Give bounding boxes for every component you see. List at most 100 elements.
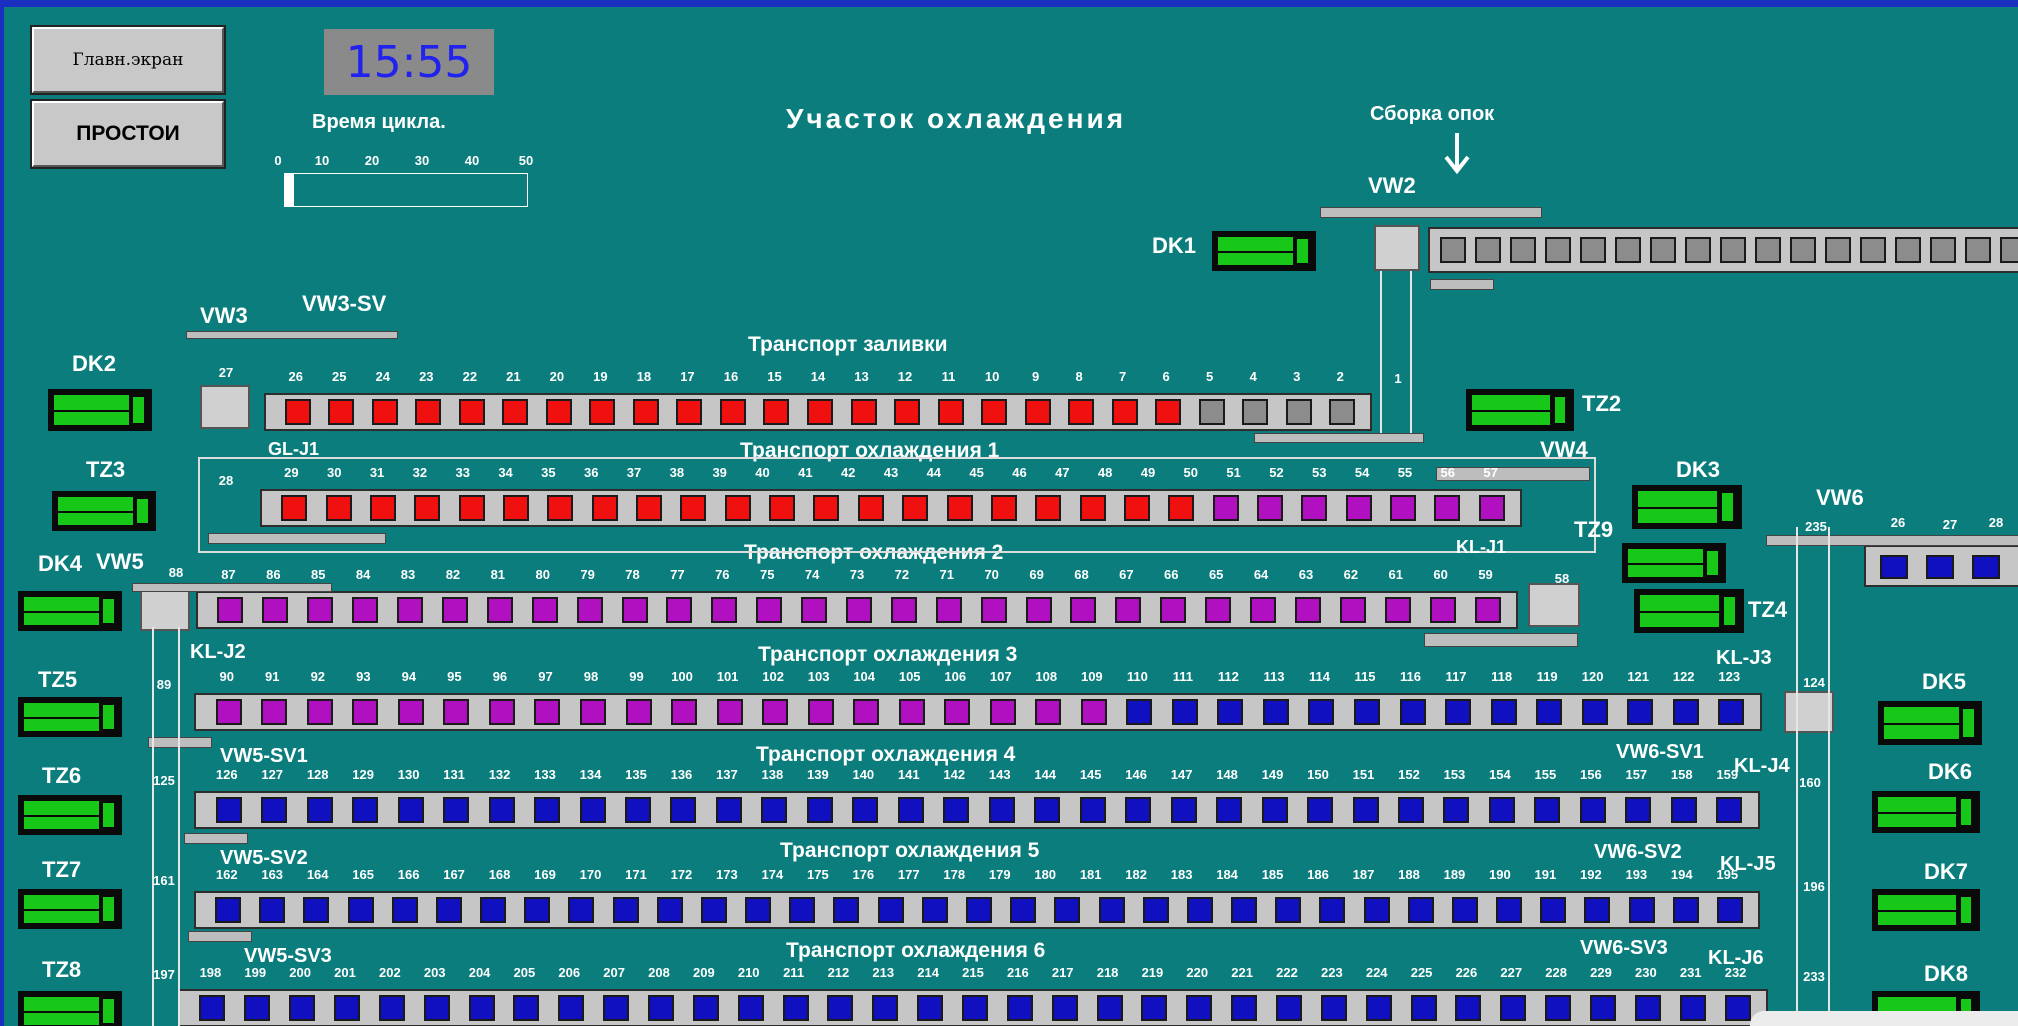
mold-slot[interactable]: [1397, 797, 1424, 823]
mold-slot[interactable]: [1926, 555, 1954, 579]
mold-slot[interactable]: [1860, 237, 1886, 263]
mold-slot[interactable]: [415, 399, 442, 425]
mold-slot[interactable]: [468, 995, 495, 1021]
mold-slot[interactable]: [833, 897, 860, 923]
mold-slot[interactable]: [558, 995, 585, 1021]
mold-slot[interactable]: [513, 995, 540, 1021]
mold-slot[interactable]: [1186, 995, 1213, 1021]
mold-slot[interactable]: [486, 597, 513, 623]
mold-slot[interactable]: [1126, 699, 1153, 725]
mold-slot[interactable]: [259, 897, 286, 923]
mold-slot[interactable]: [1160, 597, 1187, 623]
mold-slot[interactable]: [289, 995, 316, 1021]
mold-slot[interactable]: [352, 797, 379, 823]
mold-slot[interactable]: [480, 897, 507, 923]
mold-slot[interactable]: [1536, 699, 1563, 725]
mold-slot[interactable]: [846, 597, 872, 623]
mold-slot[interactable]: [1054, 897, 1081, 923]
mold-slot[interactable]: [458, 399, 485, 425]
mold-slot[interactable]: [1672, 699, 1699, 725]
mold-slot[interactable]: [988, 797, 1015, 823]
mold-slot[interactable]: [801, 597, 828, 623]
mold-slot[interactable]: [857, 495, 884, 521]
mold-slot[interactable]: [261, 797, 288, 823]
mold-slot[interactable]: [347, 897, 374, 923]
mold-slot[interactable]: [1275, 897, 1302, 923]
mold-slot[interactable]: [1445, 699, 1472, 725]
mold-slot[interactable]: [1410, 995, 1437, 1021]
mold-slot[interactable]: [1581, 699, 1608, 725]
mold-slot[interactable]: [488, 797, 515, 823]
mold-slot[interactable]: [244, 995, 271, 1021]
mold-slot[interactable]: [937, 399, 964, 425]
mold-slot[interactable]: [1679, 995, 1706, 1021]
mold-slot[interactable]: [1628, 897, 1655, 923]
mold-slot[interactable]: [281, 495, 308, 521]
mold-slot[interactable]: [1231, 995, 1258, 1021]
mold-slot[interactable]: [262, 597, 289, 623]
mold-slot[interactable]: [391, 897, 418, 923]
mold-slot[interactable]: [1262, 699, 1289, 725]
dk5-drive[interactable]: [1878, 701, 1982, 745]
mold-slot[interactable]: [423, 995, 450, 1021]
mold-slot[interactable]: [378, 995, 405, 1021]
mold-slot[interactable]: [1590, 995, 1616, 1021]
mold-slot[interactable]: [1276, 995, 1302, 1021]
mold-slot[interactable]: [568, 897, 595, 923]
mold-slot[interactable]: [580, 699, 606, 725]
mold-slot[interactable]: [397, 699, 424, 725]
mold-slot[interactable]: [1625, 797, 1652, 823]
mold-slot[interactable]: [917, 995, 944, 1021]
mold-slot[interactable]: [827, 995, 854, 1021]
idle-button[interactable]: ПРОСТОИ: [32, 101, 224, 167]
mold-slot[interactable]: [1010, 897, 1037, 923]
mold-slot[interactable]: [1308, 699, 1335, 725]
tz7-drive[interactable]: [18, 889, 122, 929]
mold-slot[interactable]: [671, 699, 698, 725]
mold-slot[interactable]: [1301, 495, 1328, 521]
mold-slot[interactable]: [524, 897, 551, 923]
mold-slot[interactable]: [1307, 797, 1334, 823]
mold-slot[interactable]: [716, 699, 743, 725]
mold-slot[interactable]: [1972, 555, 2000, 579]
mold-slot[interactable]: [1545, 237, 1571, 263]
mold-slot[interactable]: [576, 597, 603, 623]
tz5-drive[interactable]: [18, 697, 122, 737]
mold-slot[interactable]: [1125, 797, 1152, 823]
mold-slot[interactable]: [1098, 897, 1125, 923]
mold-slot[interactable]: [589, 399, 616, 425]
mold-slot[interactable]: [1724, 995, 1751, 1021]
mold-slot[interactable]: [306, 699, 333, 725]
mold-slot[interactable]: [946, 495, 973, 521]
mold-slot[interactable]: [217, 597, 244, 623]
mold-slot[interactable]: [1261, 797, 1288, 823]
mold-slot[interactable]: [352, 597, 379, 623]
mold-slot[interactable]: [458, 495, 485, 521]
mold-slot[interactable]: [1390, 495, 1417, 521]
mold-slot[interactable]: [850, 399, 877, 425]
transfer-car-vw2[interactable]: [1374, 225, 1420, 271]
mold-slot[interactable]: [1475, 237, 1501, 263]
mold-slot[interactable]: [1079, 495, 1106, 521]
mold-slot[interactable]: [656, 897, 683, 923]
mold-slot[interactable]: [1320, 995, 1347, 1021]
mold-slot[interactable]: [692, 995, 719, 1021]
mold-slot[interactable]: [1231, 897, 1258, 923]
mold-slot[interactable]: [935, 597, 962, 623]
mold-slot[interactable]: [307, 597, 334, 623]
mold-slot[interactable]: [1455, 995, 1482, 1021]
mold-slot[interactable]: [1142, 897, 1169, 923]
mold-slot[interactable]: [1079, 797, 1106, 823]
mold-slot[interactable]: [943, 797, 970, 823]
mold-slot[interactable]: [676, 399, 703, 425]
mold-slot[interactable]: [902, 495, 929, 521]
tz6-drive[interactable]: [18, 795, 122, 835]
mold-slot[interactable]: [711, 597, 738, 623]
mold-slot[interactable]: [1035, 495, 1062, 521]
mold-slot[interactable]: [632, 399, 659, 425]
mold-slot[interactable]: [534, 797, 561, 823]
mold-slot[interactable]: [1500, 995, 1527, 1021]
mold-slot[interactable]: [369, 495, 396, 521]
mold-slot[interactable]: [502, 495, 529, 521]
transfer-car-vw6[interactable]: [1784, 691, 1834, 733]
